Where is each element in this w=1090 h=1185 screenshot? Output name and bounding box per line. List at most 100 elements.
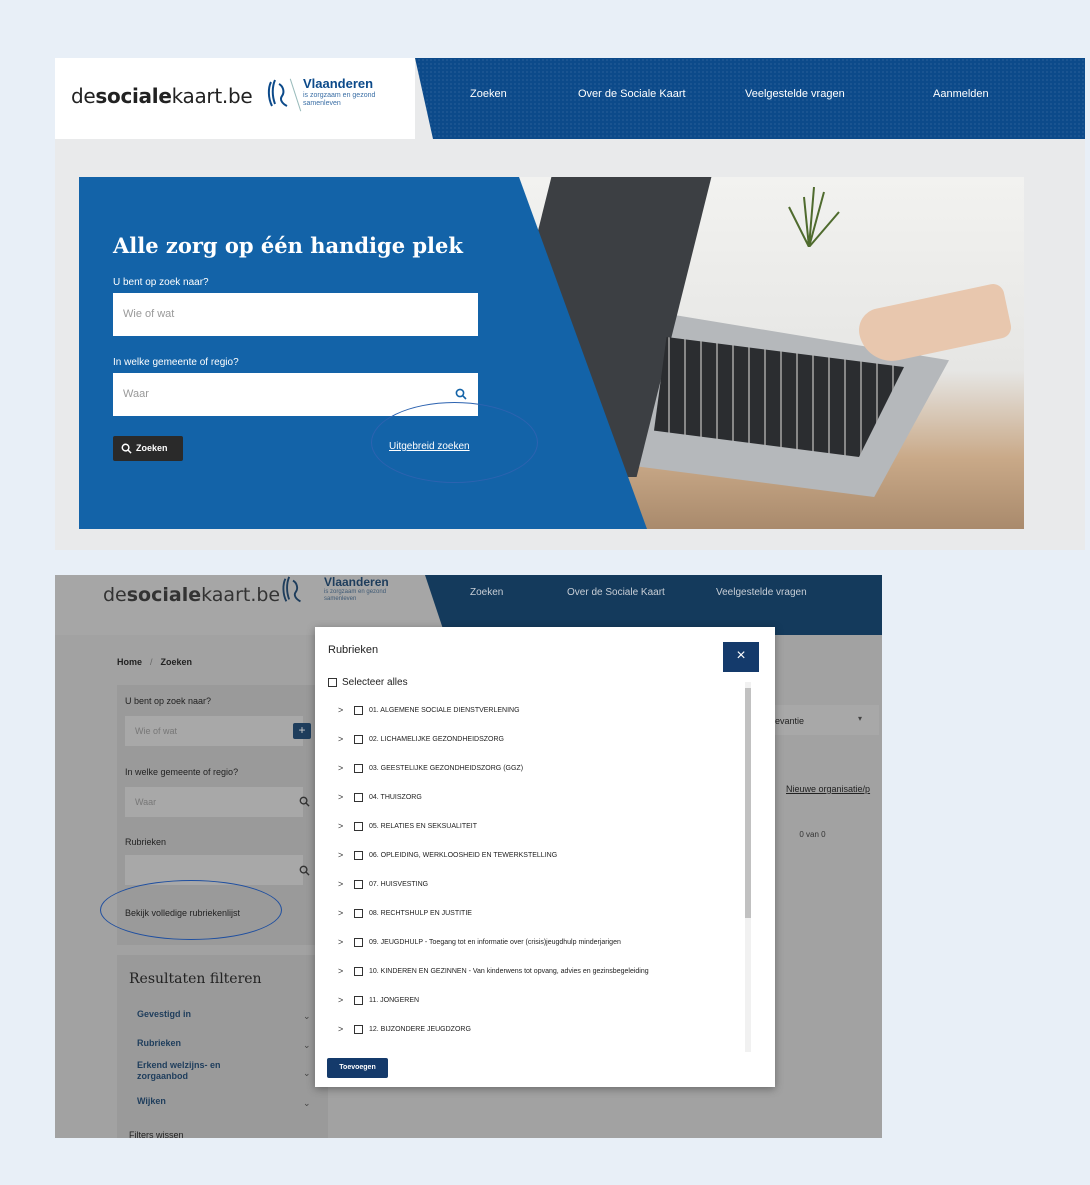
nav-aanmelden[interactable]: Aanmelden	[933, 88, 989, 100]
search-icon	[455, 388, 467, 400]
select-all-checkbox[interactable]: Selecteer alles	[328, 677, 408, 688]
logo-subtitle: is zorgzaam en gezond samenleven	[324, 589, 387, 602]
list-item[interactable]: >04. THUISZORG	[338, 792, 422, 802]
what-label: U bent op zoek naar?	[125, 696, 212, 706]
chevron-down-icon[interactable]: ⌄	[303, 1068, 311, 1079]
filter-rubrieken[interactable]: Rubrieken	[137, 1038, 181, 1049]
chevron-right-icon[interactable]: >	[338, 937, 354, 947]
checkbox[interactable]	[354, 995, 363, 1005]
nav-faq[interactable]: Veelgestelde vragen	[745, 88, 845, 100]
checkbox[interactable]	[354, 821, 363, 831]
nav-bar	[425, 575, 882, 635]
clear-filters-link[interactable]: Filters wissen	[129, 1130, 184, 1138]
chevron-down-icon[interactable]: ⌄	[303, 1098, 311, 1109]
nav-over[interactable]: Over de Sociale Kaart	[567, 587, 665, 598]
highlight-oval	[100, 880, 282, 940]
vlaanderen-logo[interactable]: Vlaanderen is zorgzaam en gezond samenle…	[265, 76, 385, 120]
list-item[interactable]: >03. GEESTELIJKE GEZONDHEIDSZORG (GGZ)	[338, 763, 523, 773]
chevron-right-icon[interactable]: >	[338, 734, 354, 744]
search-icon	[121, 443, 132, 454]
where-label: In welke gemeente of regio?	[113, 357, 239, 368]
checkbox[interactable]	[354, 908, 363, 918]
list-item[interactable]: >02. LICHAMELIJKE GEZONDHEIDSZORG	[338, 734, 504, 744]
scrollbar-thumb[interactable]	[745, 688, 751, 918]
site-header: desocialekaart.be Vlaanderen is zorgzaam…	[55, 58, 1085, 139]
checkbox[interactable]	[354, 1024, 363, 1034]
close-button[interactable]: ×	[723, 642, 759, 672]
chevron-right-icon[interactable]: >	[338, 792, 354, 802]
checkbox[interactable]	[354, 937, 363, 947]
chevron-right-icon[interactable]: >	[338, 1024, 354, 1034]
nav-zoeken[interactable]: Zoeken	[470, 88, 507, 100]
logo-title: Vlaanderen	[324, 575, 389, 589]
chevron-right-icon[interactable]: >	[338, 705, 354, 715]
chevron-right-icon[interactable]: >	[338, 966, 354, 976]
checkbox[interactable]	[354, 792, 363, 802]
checkbox[interactable]	[354, 879, 363, 889]
what-label: U bent op zoek naar?	[113, 277, 209, 288]
chevron-right-icon[interactable]: >	[338, 995, 354, 1005]
list-item[interactable]: >07. HUISVESTING	[338, 879, 428, 889]
list-item[interactable]: >10. KINDEREN EN GEZINNEN - Van kinderwe…	[338, 966, 649, 976]
search-button[interactable]: Zoeken	[113, 436, 183, 461]
logo-title: Vlaanderen	[303, 76, 374, 91]
nav-faq[interactable]: Veelgestelde vragen	[716, 587, 807, 598]
homepage-screenshot: desocialekaart.be Vlaanderen is zorgzaam…	[55, 58, 1085, 550]
site-logo[interactable]: desocialekaart.be	[103, 584, 280, 606]
new-organisation-link[interactable]: Nieuwe organisatie/p	[786, 784, 870, 794]
site-logo[interactable]: desocialekaart.be	[71, 84, 253, 108]
rubrieken-label: Rubrieken	[125, 837, 167, 847]
chevron-right-icon[interactable]: >	[338, 763, 354, 773]
list-item[interactable]: >11. JONGEREN	[338, 995, 419, 1005]
list-item[interactable]: >09. JEUGDHULP - Toegang tot en informat…	[338, 937, 621, 947]
checkbox[interactable]	[354, 966, 363, 976]
filter-gevestigd[interactable]: Gevestigd in	[137, 1009, 191, 1020]
add-button[interactable]: +	[293, 723, 311, 739]
lion-icon	[282, 576, 301, 603]
hero-title: Alle zorg op één handige plek	[113, 233, 463, 258]
list-item[interactable]: >12. BIJZONDERE JEUGDZORG	[338, 1024, 471, 1034]
add-button[interactable]: Toevoegen	[327, 1058, 388, 1078]
list-item[interactable]: >05. RELATIES EN SEKSUALITEIT	[338, 821, 477, 831]
filter-erkend[interactable]: Erkend welzijns- en zorgaanbod	[137, 1060, 247, 1082]
checkbox[interactable]	[354, 763, 363, 773]
search-page-screenshot: desocialekaart.be Vlaanderen is zorgzaam…	[55, 575, 882, 1138]
chevron-right-icon[interactable]: >	[338, 821, 354, 831]
search-icon[interactable]	[299, 796, 310, 807]
pager-count: 0 van 0	[799, 830, 826, 839]
nav-over[interactable]: Over de Sociale Kaart	[578, 88, 686, 100]
what-input[interactable]: Wie of wat	[113, 293, 478, 336]
list-item[interactable]: >08. RECHTSHULP EN JUSTITIE	[338, 908, 472, 918]
search-icon[interactable]	[299, 865, 310, 876]
chevron-right-icon[interactable]: >	[338, 879, 354, 889]
chevron-down-icon[interactable]: ⌄	[303, 1011, 311, 1022]
sort-select[interactable]: levantie ▾	[763, 705, 879, 735]
breadcrumb-home[interactable]: Home	[117, 657, 142, 667]
scrollbar[interactable]	[745, 682, 751, 1052]
nav-zoeken[interactable]: Zoeken	[470, 587, 503, 598]
breadcrumb-current: Zoeken	[160, 657, 193, 667]
modal-title: Rubrieken	[328, 644, 379, 656]
checkbox[interactable]	[328, 678, 337, 687]
checkbox[interactable]	[354, 850, 363, 860]
logo-subtitle: is zorgzaam en gezond samenleven	[303, 92, 376, 107]
filter-wijken[interactable]: Wijken	[137, 1096, 166, 1107]
checkbox[interactable]	[354, 705, 363, 715]
chevron-right-icon[interactable]: >	[338, 908, 354, 918]
what-input[interactable]: Wie of wat	[125, 716, 303, 746]
lion-icon	[267, 79, 288, 107]
chevron-right-icon[interactable]: >	[338, 850, 354, 860]
list-item[interactable]: >06. OPLEIDING, WERKLOOSHEID EN TEWERKST…	[338, 850, 557, 860]
plant-image	[788, 187, 840, 247]
highlight-oval	[371, 402, 538, 483]
where-input[interactable]: Waar	[125, 787, 303, 817]
list-item[interactable]: >01. ALGEMENE SOCIALE DIENSTVERLENING	[338, 705, 520, 715]
breadcrumb: Home / Zoeken	[117, 657, 193, 667]
rubrieken-list: >01. ALGEMENE SOCIALE DIENSTVERLENING >0…	[328, 693, 743, 1053]
checkbox[interactable]	[354, 734, 363, 744]
hero-banner: Alle zorg op één handige plek U bent op …	[79, 177, 1024, 529]
chevron-down-icon[interactable]: ⌄	[303, 1040, 311, 1051]
where-label: In welke gemeente of regio?	[125, 767, 239, 777]
rubrieken-modal: Rubrieken × Selecteer alles >01. ALGEMEN…	[315, 627, 775, 1087]
hand-image	[854, 282, 1014, 367]
